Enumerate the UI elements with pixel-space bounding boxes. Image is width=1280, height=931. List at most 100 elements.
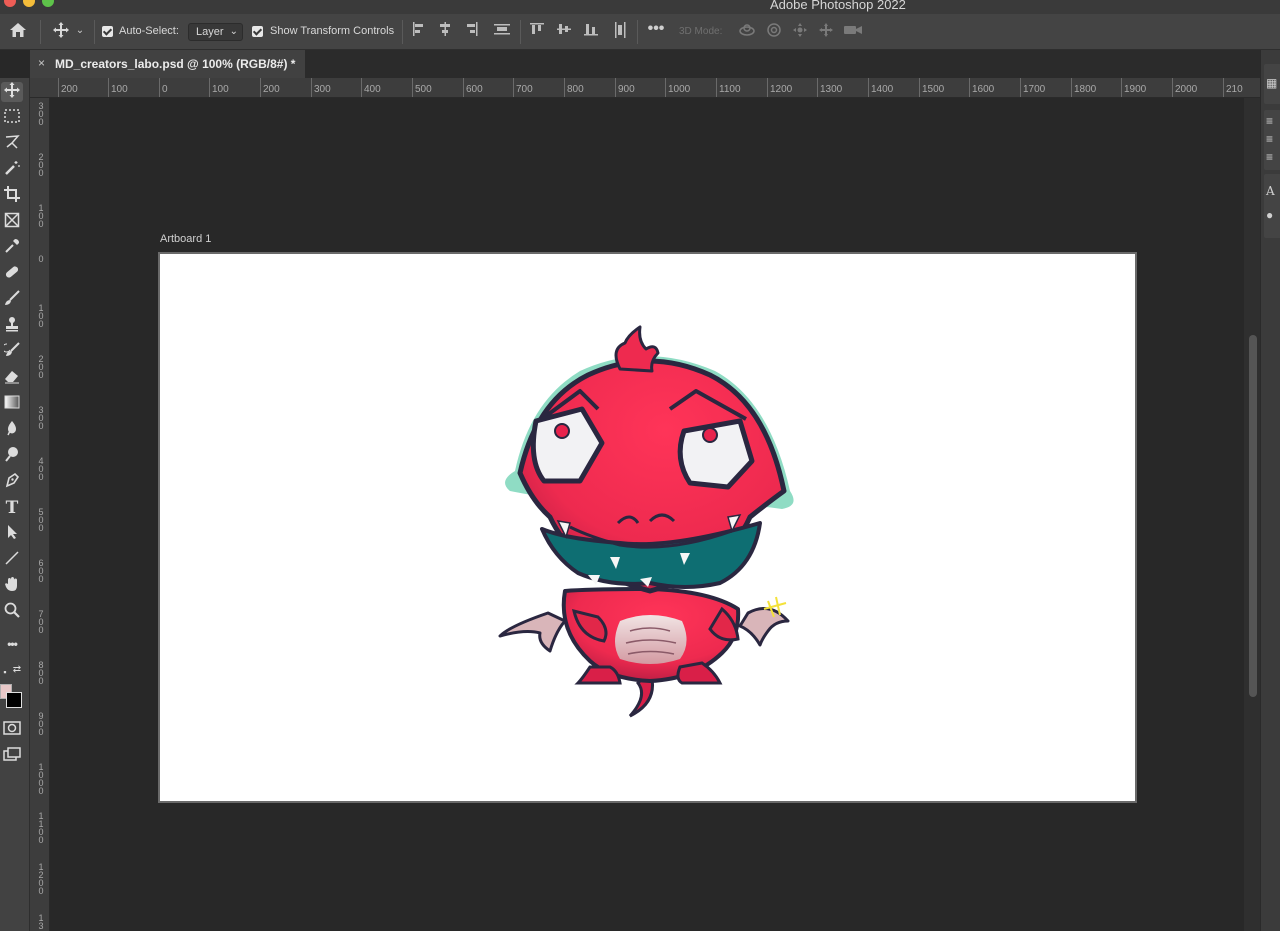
ruler-tick: 100 xyxy=(209,78,229,97)
ruler-tick: 1400 xyxy=(867,78,894,97)
close-tab-icon[interactable]: × xyxy=(38,56,45,70)
lasso-tool-icon[interactable] xyxy=(1,134,23,154)
ruler-tick: 400 xyxy=(361,78,381,97)
ruler-tick: 200 xyxy=(38,152,44,178)
ruler-tick: 600 xyxy=(38,558,44,584)
align-bottom-icon[interactable] xyxy=(583,22,599,40)
zoom-window-button[interactable] xyxy=(42,0,54,7)
zoom-tool-icon[interactable] xyxy=(1,602,23,622)
align-left-icon[interactable] xyxy=(411,22,427,40)
ruler-tick: 200 xyxy=(260,78,280,97)
ruler-tick: 1700 xyxy=(1019,78,1046,97)
eyedropper-tool-icon[interactable] xyxy=(1,238,23,258)
canvas-vertical-scrollbar[interactable] xyxy=(1244,98,1260,931)
dodge-tool-icon[interactable] xyxy=(1,446,23,466)
tools-panel: T ••• ▪ ⇄ xyxy=(0,78,30,931)
horizontal-ruler: 200 100 0 100 200 300 400 500 600 700 80… xyxy=(30,78,1260,98)
document-canvas[interactable]: Artboard 1 xyxy=(51,99,1244,931)
ruler-tick: 0 xyxy=(38,254,44,264)
quick-mask-icon[interactable] xyxy=(1,720,23,740)
hand-tool-icon[interactable] xyxy=(1,576,23,596)
3d-orbit-icon[interactable] xyxy=(737,22,757,42)
align-top-icon[interactable] xyxy=(529,22,545,40)
ruler-tick: 1000 xyxy=(664,78,691,97)
panel-icon[interactable]: ≡ xyxy=(1266,114,1273,128)
separator xyxy=(94,20,95,44)
3d-slide-icon[interactable] xyxy=(816,22,836,42)
magic-wand-tool-icon[interactable] xyxy=(1,160,23,180)
show-transform-checkbox[interactable] xyxy=(252,26,263,37)
ruler-tick: 700 xyxy=(38,609,44,635)
ruler-tick: 1100 xyxy=(38,811,44,845)
distribute-vertical-icon[interactable] xyxy=(493,22,511,40)
artboard-label[interactable]: Artboard 1 xyxy=(160,233,211,245)
ruler-tick: 1200 xyxy=(38,862,44,896)
ruler-tick: 0 xyxy=(159,78,168,97)
ruler-tick: 700 xyxy=(513,78,533,97)
eraser-tool-icon[interactable] xyxy=(1,368,23,388)
move-tool-icon[interactable] xyxy=(51,22,71,42)
3d-scale-camera-icon[interactable] xyxy=(842,22,864,42)
panel-icon[interactable]: ▦ xyxy=(1266,76,1277,90)
chevron-down-icon: ⌄ xyxy=(229,26,238,37)
path-selection-tool-icon[interactable] xyxy=(1,524,23,544)
separator xyxy=(520,20,521,44)
brush-tool-icon[interactable] xyxy=(1,290,23,310)
blur-tool-icon[interactable] xyxy=(1,420,23,440)
align-right-icon[interactable] xyxy=(463,22,479,40)
align-vertical-center-icon[interactable] xyxy=(556,22,572,40)
3d-pan-icon[interactable] xyxy=(790,22,810,42)
clone-stamp-tool-icon[interactable] xyxy=(1,316,23,336)
align-horizontal-center-icon[interactable] xyxy=(437,22,453,40)
panel-icon[interactable]: ● xyxy=(1266,208,1273,222)
ruler-tick: 900 xyxy=(38,711,44,737)
minimize-window-button[interactable] xyxy=(23,0,35,7)
crop-tool-icon[interactable] xyxy=(1,186,23,206)
frame-tool-icon[interactable] xyxy=(1,212,23,232)
separator xyxy=(402,20,403,44)
ruler-tick: 100 xyxy=(38,303,44,329)
character-panel-icon[interactable]: A xyxy=(1266,184,1275,198)
distribute-horizontal-icon[interactable] xyxy=(612,22,628,42)
separator xyxy=(637,20,638,44)
options-bar: ⌄ Auto-Select: Layer ⌄ Show Transform Co… xyxy=(0,14,1280,50)
document-tab-title: MD_creators_labo.psd @ 100% (RGB/8#) * xyxy=(55,57,296,71)
rectangular-marquee-tool-icon[interactable] xyxy=(1,108,23,128)
ruler-tick: 400 xyxy=(38,456,44,482)
panel-group: ≡ ≡ ≡ xyxy=(1264,110,1280,170)
artboard[interactable] xyxy=(158,252,1137,803)
ruler-tick: 1500 xyxy=(918,78,945,97)
ruler-tick: 800 xyxy=(38,660,44,686)
panel-icon[interactable]: ≡ xyxy=(1266,132,1273,146)
photoshop-window: Adobe Photoshop 2022 ⌄ Auto-Select: Laye… xyxy=(0,0,1280,931)
type-tool-icon[interactable]: T xyxy=(1,498,23,518)
ruler-tick: 500 xyxy=(38,507,44,533)
ruler-tick: 1000 xyxy=(38,762,44,796)
screen-mode-icon[interactable] xyxy=(1,746,23,766)
close-window-button[interactable] xyxy=(4,0,16,7)
line-tool-icon[interactable] xyxy=(1,550,23,570)
ruler-tick: 1100 xyxy=(716,78,741,97)
edit-toolbar-more-icon[interactable]: ••• xyxy=(1,634,23,654)
history-brush-tool-icon[interactable] xyxy=(1,342,23,362)
right-panel-dock: ▦ ≡ ≡ ≡ A ● xyxy=(1260,50,1280,931)
pen-tool-icon[interactable] xyxy=(1,472,23,492)
healing-brush-tool-icon[interactable] xyxy=(1,264,23,284)
panel-group: A ● xyxy=(1264,174,1280,238)
more-horizontal-icon[interactable]: ••• xyxy=(646,21,666,37)
ruler-tick: 300 xyxy=(311,78,331,97)
panel-icon[interactable]: ≡ xyxy=(1266,150,1273,164)
default-colors-icon[interactable]: ▪ xyxy=(0,662,10,682)
3d-roll-icon[interactable] xyxy=(764,22,784,42)
tool-preset-chevron-down-icon[interactable]: ⌄ xyxy=(74,22,86,40)
scrollbar-thumb[interactable] xyxy=(1249,335,1257,697)
auto-select-dropdown[interactable]: Layer ⌄ xyxy=(188,23,243,41)
document-tab[interactable]: × MD_creators_labo.psd @ 100% (RGB/8#) * xyxy=(30,50,306,78)
auto-select-checkbox[interactable] xyxy=(102,26,113,37)
move-tool-icon[interactable] xyxy=(1,82,23,102)
gradient-tool-icon[interactable] xyxy=(1,394,23,414)
document-tab-bar: × MD_creators_labo.psd @ 100% (RGB/8#) * xyxy=(30,50,1260,78)
swap-colors-icon[interactable]: ⇄ xyxy=(10,660,24,680)
home-icon[interactable] xyxy=(8,22,28,42)
background-color-swatch[interactable] xyxy=(6,692,22,708)
